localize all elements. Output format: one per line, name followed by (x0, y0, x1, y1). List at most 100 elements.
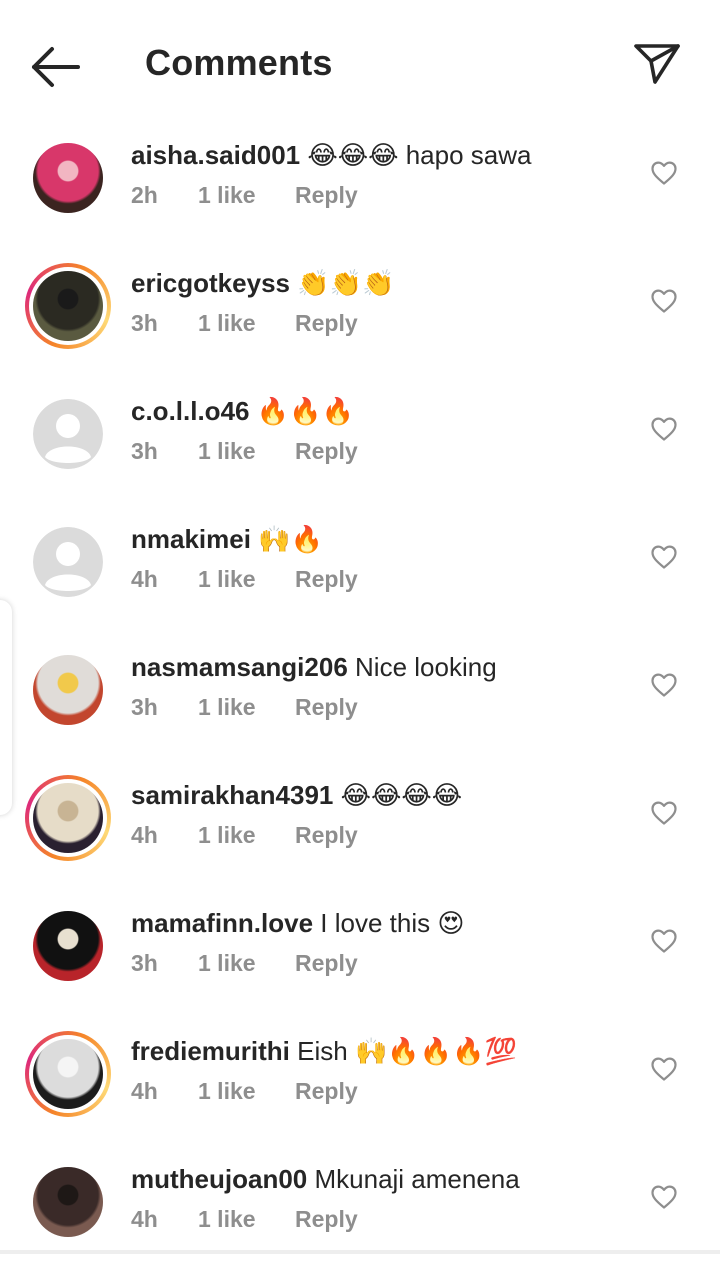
reply-button[interactable]: Reply (295, 1078, 358, 1105)
comment-time: 3h (131, 950, 158, 976)
profile-photo (33, 783, 103, 853)
comment-row: nasmamsangi206 Nice looking 3h 1 like Reply (0, 642, 720, 770)
like-button[interactable] (650, 1056, 678, 1082)
comment-body: frediemurithi Eish 🙌🔥🔥🔥💯 4h 1 like Reply (131, 1034, 631, 1105)
comment-likes[interactable]: 1 like (198, 950, 295, 977)
comment-row: aisha.said001 😂😂😂 hapo sawa 2h 1 like Reply (0, 130, 720, 258)
reply-button[interactable]: Reply (295, 566, 358, 593)
comment-text: Nice looking (355, 652, 497, 682)
send-icon (634, 44, 680, 84)
reply-button[interactable]: Reply (295, 1206, 358, 1233)
like-button[interactable] (650, 672, 678, 698)
comment-username[interactable]: c.o.l.l.o46 (131, 396, 250, 426)
reply-button[interactable]: Reply (295, 182, 358, 209)
avatar[interactable] (25, 1159, 111, 1245)
share-button[interactable] (630, 38, 686, 90)
heart-outline-icon (651, 417, 677, 441)
comment-likes[interactable]: 1 like (198, 310, 295, 337)
avatar[interactable] (25, 263, 111, 349)
avatar[interactable] (25, 519, 111, 605)
comment-username[interactable]: mamafinn.love (131, 908, 313, 938)
like-button[interactable] (650, 416, 678, 442)
comment-row: mamafinn.love I love this 😍 3h 1 like Reply (0, 898, 720, 1026)
comment-row: frediemurithi Eish 🙌🔥🔥🔥💯 4h 1 like Reply (0, 1026, 720, 1154)
comment-body: nasmamsangi206 Nice looking 3h 1 like Reply (131, 650, 631, 721)
comment-body: samirakhan4391 😂😂😂😂 4h 1 like Reply (131, 778, 631, 849)
heart-outline-icon (651, 545, 677, 569)
comment-text: I love this 😍 (320, 908, 465, 938)
comment-likes[interactable]: 1 like (198, 182, 295, 209)
arrow-left-icon (32, 47, 80, 87)
heart-outline-icon (651, 1185, 677, 1209)
profile-photo (33, 911, 103, 981)
comment-row: mutheujoan00 Mkunaji amenena 4h 1 like Repl… (0, 1154, 720, 1282)
comment-likes[interactable]: 1 like (198, 438, 295, 465)
profile-photo (33, 1167, 103, 1237)
comment-likes[interactable]: 1 like (198, 1206, 295, 1233)
profile-photo (33, 399, 103, 469)
comment-body: aisha.said001 😂😂😂 hapo sawa 2h 1 like Reply (131, 138, 631, 209)
comment-username[interactable]: frediemurithi (131, 1036, 290, 1066)
avatar[interactable] (25, 1031, 111, 1117)
comment-body: ericgotkeyss 👏👏👏 3h 1 like Reply (131, 266, 631, 337)
heart-outline-icon (651, 1057, 677, 1081)
comment-text: 🔥🔥🔥 (256, 396, 354, 426)
comment-time: 4h (131, 1206, 158, 1232)
divider (0, 1250, 720, 1254)
comment-likes[interactable]: 1 like (198, 1078, 295, 1105)
comment-username[interactable]: ericgotkeyss (131, 268, 290, 298)
comment-likes[interactable]: 1 like (198, 566, 295, 593)
comment-text: Eish 🙌🔥🔥🔥💯 (297, 1036, 517, 1066)
comment-time: 4h (131, 1078, 158, 1104)
comment-time: 3h (131, 438, 158, 464)
comment-body: mamafinn.love I love this 😍 3h 1 like Reply (131, 906, 631, 977)
avatar[interactable] (25, 391, 111, 477)
comment-time: 3h (131, 694, 158, 720)
comment-text: 👏👏👏 (297, 268, 395, 298)
like-button[interactable] (650, 1184, 678, 1210)
profile-photo (33, 271, 103, 341)
comment-likes[interactable]: 1 like (198, 694, 295, 721)
comment-row: samirakhan4391 😂😂😂😂 4h 1 like Reply (0, 770, 720, 898)
comment-username[interactable]: samirakhan4391 (131, 780, 333, 810)
like-button[interactable] (650, 800, 678, 826)
comment-row: c.o.l.l.o46 🔥🔥🔥 3h 1 like Reply (0, 386, 720, 514)
comment-list: aisha.said001 😂😂😂 hapo sawa 2h 1 like Reply… (0, 130, 720, 1282)
comment-time: 4h (131, 822, 158, 848)
reply-button[interactable]: Reply (295, 822, 358, 849)
back-button[interactable] (28, 44, 84, 90)
comment-text: Mkunaji amenena (314, 1164, 520, 1194)
comment-text: 😂😂😂 hapo sawa (307, 140, 532, 170)
like-button[interactable] (650, 928, 678, 954)
avatar[interactable] (25, 647, 111, 733)
default-avatar-icon (33, 527, 103, 597)
like-button[interactable] (650, 288, 678, 314)
comment-time: 4h (131, 566, 158, 592)
like-button[interactable] (650, 544, 678, 570)
comment-username[interactable]: nasmamsangi206 (131, 652, 348, 682)
reply-button[interactable]: Reply (295, 310, 358, 337)
heart-outline-icon (651, 929, 677, 953)
profile-photo (33, 1039, 103, 1109)
default-avatar-icon (33, 399, 103, 469)
like-button[interactable] (650, 160, 678, 186)
heart-outline-icon (651, 161, 677, 185)
comment-text: 🙌🔥 (258, 524, 323, 554)
avatar[interactable] (25, 775, 111, 861)
comment-row: nmakimei 🙌🔥 4h 1 like Reply (0, 514, 720, 642)
edge-panel (0, 600, 12, 815)
comment-likes[interactable]: 1 like (198, 822, 295, 849)
heart-outline-icon (651, 801, 677, 825)
reply-button[interactable]: Reply (295, 950, 358, 977)
heart-outline-icon (651, 673, 677, 697)
avatar[interactable] (25, 903, 111, 989)
comment-text: 😂😂😂😂 (340, 780, 463, 810)
comment-username[interactable]: nmakimei (131, 524, 251, 554)
comment-username[interactable]: aisha.said001 (131, 140, 300, 170)
comment-body: nmakimei 🙌🔥 4h 1 like Reply (131, 522, 631, 593)
comment-username[interactable]: mutheujoan00 (131, 1164, 307, 1194)
reply-button[interactable]: Reply (295, 438, 358, 465)
reply-button[interactable]: Reply (295, 694, 358, 721)
avatar[interactable] (25, 135, 111, 221)
comment-time: 2h (131, 182, 158, 208)
